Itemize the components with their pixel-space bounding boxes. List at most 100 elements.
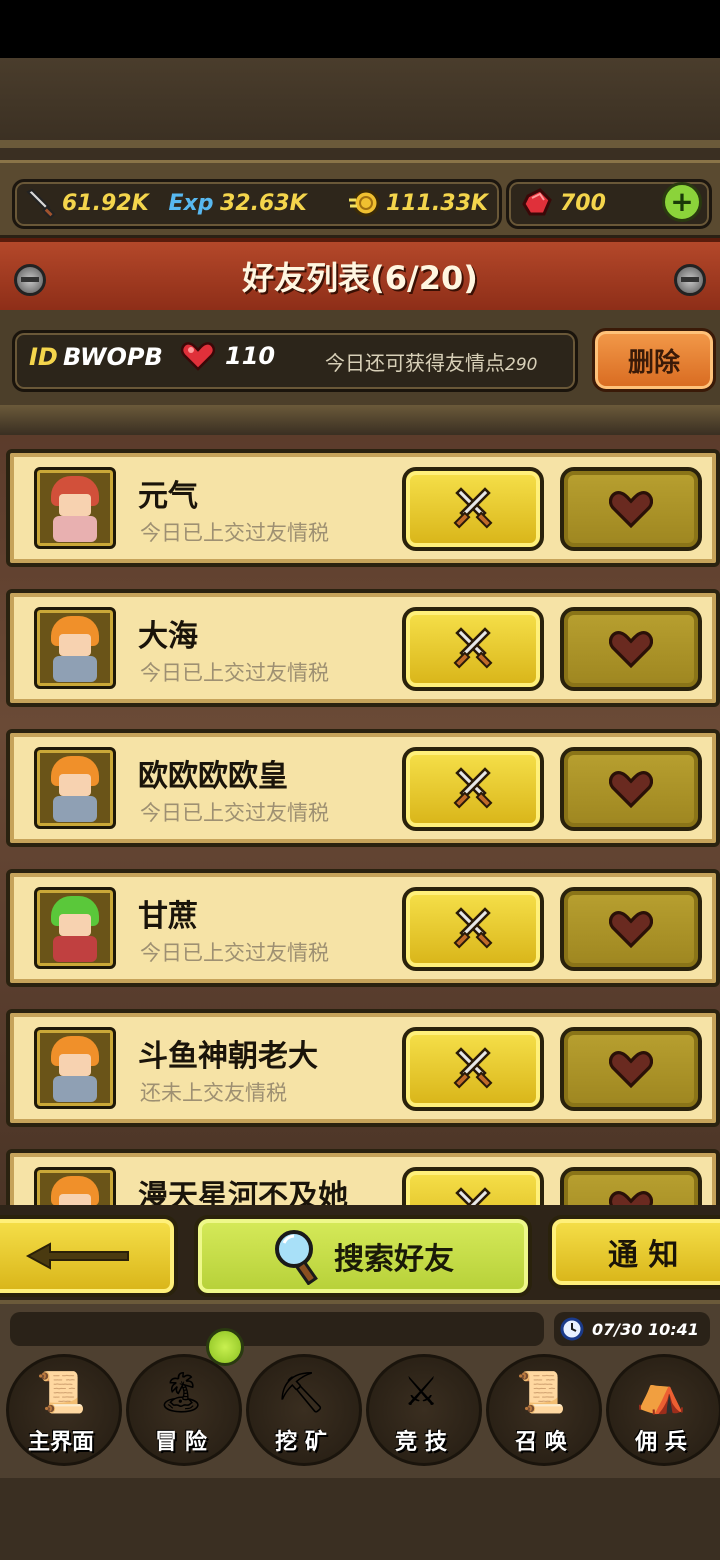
avatar-face [59, 774, 91, 796]
clock-icon [560, 1317, 584, 1341]
send-heart-button[interactable] [560, 607, 702, 691]
avatar-face [59, 494, 91, 516]
friend-row[interactable]: 欧欧欧欧皇 今日已上交过友情税 [6, 729, 720, 847]
heart-count: 110 [181, 341, 275, 371]
challenge-button[interactable] [402, 747, 544, 831]
gold-coin-icon [346, 186, 380, 220]
delete-button[interactable]: 删除 [592, 328, 716, 392]
nav-item[interactable]: ⛺ 佣 兵 [606, 1354, 720, 1466]
magnifier-icon [275, 1230, 318, 1285]
friend-avatar[interactable] [34, 607, 116, 689]
avatar-body [53, 936, 97, 962]
nav-item-label: 主界面 [27, 1430, 94, 1455]
send-heart-button[interactable] [560, 887, 702, 971]
heart-value: 110 [225, 342, 276, 370]
nav-item[interactable]: 🏝 冒 险 [126, 1354, 242, 1466]
bolt-icon [674, 264, 706, 296]
attack-value: 61.92K [62, 190, 149, 216]
daily-points: 290 [505, 355, 538, 375]
challenge-button[interactable] [402, 607, 544, 691]
challenge-button[interactable] [402, 467, 544, 551]
nav-item-label: 冒 险 [155, 1430, 207, 1455]
bottom-navigation: 07/30 10:41 📜 主界面 🏝 冒 险 ⛏ 挖 矿 ⚔ 竞 技 📜 召 … [0, 1300, 720, 1484]
send-heart-button[interactable] [560, 467, 702, 551]
gold-resource: 111.33K [346, 181, 488, 225]
challenge-button[interactable] [402, 887, 544, 971]
crossed-swords-icon: ⚔ [403, 1369, 439, 1415]
daily-friendship-text: 今日还可获得友情点290 [325, 347, 537, 376]
friend-name: 甘蔗 [138, 899, 198, 934]
status-bar [0, 0, 720, 58]
bolt-icon [14, 264, 46, 296]
friend-row[interactable]: 甘蔗 今日已上交过友情税 [6, 869, 720, 987]
notify-button[interactable]: 通 知 [548, 1215, 720, 1289]
friend-row[interactable]: 斗鱼神朝老大 还未上交友情税 [6, 1009, 720, 1127]
add-gems-button[interactable]: + [662, 182, 702, 222]
exp-value: 32.63K [220, 190, 307, 216]
friend-avatar[interactable] [34, 887, 116, 969]
gold-value: 111.33K [386, 190, 488, 216]
news-ticker [10, 1312, 544, 1346]
nav-item[interactable]: ⛏ 挖 矿 [246, 1354, 362, 1466]
island-icon: 🏝 [155, 1369, 207, 1416]
gem-value: 700 [560, 190, 606, 216]
nav-item[interactable]: 📜 召 唤 [486, 1354, 602, 1466]
send-heart-button[interactable] [560, 1027, 702, 1111]
bottom-button-bar: 搜索好友 通 知 [0, 1205, 720, 1300]
exp-label: Exp [168, 190, 214, 216]
top-background [0, 58, 720, 148]
daily-label: 今日还可获得友情点 [325, 351, 505, 375]
exp-resource: Exp 32.63K [168, 181, 307, 225]
notify-label: 通 知 [608, 1238, 679, 1273]
friend-status: 今日已上交过友情税 [140, 521, 329, 545]
send-heart-button[interactable] [560, 747, 702, 831]
id-label: ID [29, 343, 58, 371]
friend-list[interactable]: 元气 今日已上交过友情税 大海 今日已上交过友情税 欧欧欧欧皇 今日已上交过友情… [0, 405, 720, 1215]
friend-row[interactable]: 大海 今日已上交过友情税 [6, 589, 720, 707]
nav-item-label: 佣 兵 [635, 1430, 687, 1455]
list-frame [0, 405, 720, 435]
crossed-swords-icon [453, 487, 493, 529]
nav-item-label: 竞 技 [395, 1430, 447, 1455]
heart-icon [609, 1051, 653, 1089]
friend-avatar[interactable] [34, 1027, 116, 1109]
friend-avatar[interactable] [34, 467, 116, 549]
crossed-swords-icon [453, 907, 493, 949]
friend-avatar[interactable] [34, 747, 116, 829]
map-scroll-icon: 📜 [36, 1369, 86, 1416]
clock-display: 07/30 10:41 [554, 1312, 710, 1346]
challenge-button[interactable] [402, 1027, 544, 1111]
friend-name: 欧欧欧欧皇 [138, 759, 288, 794]
back-button[interactable] [0, 1215, 178, 1297]
tent-icon: ⛺ [636, 1369, 686, 1416]
friend-name: 斗鱼神朝老大 [138, 1039, 318, 1074]
pickaxe-icon: ⛏ [275, 1369, 327, 1416]
avatar-face [59, 634, 91, 656]
crossed-swords-icon [453, 1047, 493, 1089]
avatar-body [53, 516, 97, 542]
heart-icon [181, 342, 215, 371]
page-title: 好友列表(6/20) [242, 259, 478, 297]
search-friends-button[interactable]: 搜索好友 [194, 1215, 532, 1297]
heart-icon [609, 771, 653, 809]
crossed-swords-icon [453, 627, 493, 669]
sword-icon [22, 186, 56, 220]
heart-icon [609, 491, 653, 529]
friend-status: 今日已上交过友情税 [140, 941, 329, 965]
summon-scroll-icon: 📜 [516, 1369, 566, 1416]
nav-item-label: 挖 矿 [275, 1430, 327, 1455]
crossed-swords-icon [453, 767, 493, 809]
friend-status: 今日已上交过友情税 [140, 801, 329, 825]
avatar-face [59, 1054, 91, 1076]
title-banner: 好友列表(6/20) [0, 238, 720, 316]
friend-status: 今日已上交过友情税 [140, 661, 329, 685]
avatar-body [53, 796, 97, 822]
footer-background [0, 1478, 720, 1560]
nav-item[interactable]: ⚔ 竞 技 [366, 1354, 482, 1466]
nav-item[interactable]: 📜 主界面 [6, 1354, 122, 1466]
friend-row[interactable]: 元气 今日已上交过友情税 [6, 449, 720, 567]
player-info-bar: ID BWOPB 110 今日还可获得友情点290 删除 [0, 310, 720, 405]
friend-name: 元气 [138, 479, 198, 514]
exp-icon: Exp [168, 186, 214, 220]
search-friends-label: 搜索好友 [334, 1242, 454, 1277]
